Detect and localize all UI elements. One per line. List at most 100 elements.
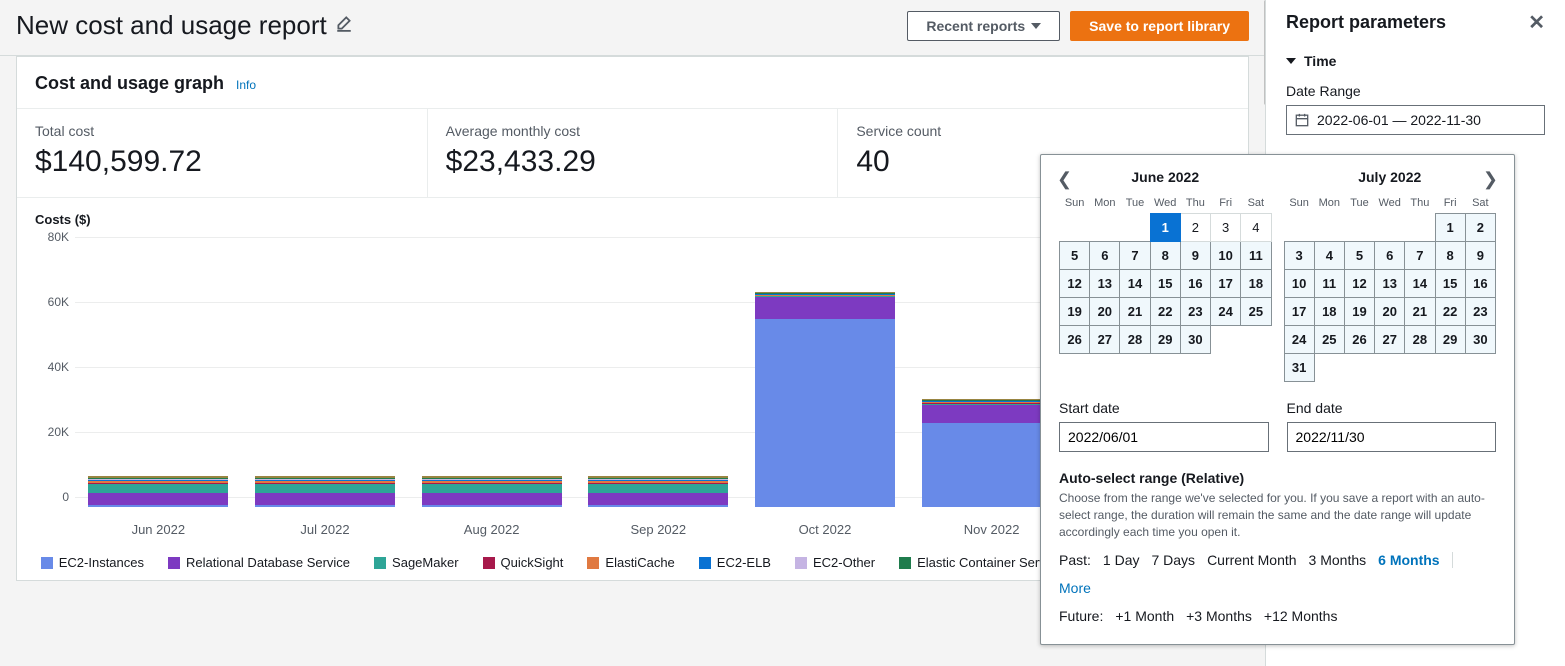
quick-range-option[interactable]: +12 Months	[1264, 608, 1338, 624]
metric-total-cost: Total cost $140,599.72	[17, 109, 428, 197]
calendar-day[interactable]: 6	[1375, 242, 1405, 270]
calendar-day[interactable]: 18	[1314, 298, 1344, 326]
calendar-day[interactable]: 28	[1405, 326, 1435, 354]
calendar-day[interactable]: 26	[1060, 326, 1090, 354]
quick-range-option[interactable]: +3 Months	[1186, 608, 1252, 624]
calendar-day[interactable]: 14	[1120, 270, 1150, 298]
calendar-day[interactable]: 15	[1435, 270, 1465, 298]
calendar-day[interactable]: 4	[1241, 214, 1271, 242]
calendar-day[interactable]: 20	[1090, 298, 1120, 326]
calendar-day[interactable]: 11	[1241, 242, 1271, 270]
calendar-day[interactable]: 14	[1405, 270, 1435, 298]
calendar-day[interactable]: 28	[1120, 326, 1150, 354]
bar-segment	[755, 297, 895, 318]
bar[interactable]	[255, 476, 395, 507]
calendar-day[interactable]: 5	[1060, 242, 1090, 270]
quick-range-option[interactable]: 3 Months	[1309, 552, 1367, 568]
calendar-day[interactable]: 10	[1211, 242, 1241, 270]
calendar-day[interactable]: 7	[1120, 242, 1150, 270]
calendar-day[interactable]: 21	[1405, 298, 1435, 326]
calendar-month-label: June 2022	[1131, 169, 1199, 185]
calendar-day[interactable]: 18	[1241, 270, 1271, 298]
calendar-day[interactable]: 29	[1435, 326, 1465, 354]
calendar-next-icon[interactable]: ❯	[1483, 169, 1498, 190]
calendar-day[interactable]: 8	[1150, 242, 1180, 270]
calendar-day[interactable]: 30	[1465, 326, 1495, 354]
bar[interactable]	[755, 292, 895, 507]
calendar-day[interactable]: 12	[1060, 270, 1090, 298]
calendar-day[interactable]: 2	[1180, 214, 1210, 242]
recent-reports-button[interactable]: Recent reports	[907, 11, 1060, 41]
calendar-day[interactable]: 27	[1375, 326, 1405, 354]
calendar-day[interactable]: 21	[1120, 298, 1150, 326]
calendar-day[interactable]: 23	[1180, 298, 1210, 326]
calendar-day[interactable]: 20	[1375, 298, 1405, 326]
calendar-day[interactable]: 27	[1090, 326, 1120, 354]
calendar-day[interactable]: 9	[1465, 242, 1495, 270]
calendar-day[interactable]: 1	[1150, 214, 1180, 242]
calendar-day[interactable]: 2	[1465, 214, 1495, 242]
calendar-day[interactable]: 10	[1284, 270, 1314, 298]
legend-item[interactable]: EC2-Other	[795, 555, 875, 570]
calendar-day[interactable]: 15	[1150, 270, 1180, 298]
calendar-day[interactable]: 13	[1375, 270, 1405, 298]
quick-range-option[interactable]: 1 Day	[1103, 552, 1140, 568]
calendar-day[interactable]: 3	[1211, 214, 1241, 242]
date-range-input[interactable]: 2022-06-01 — 2022-11-30	[1286, 105, 1545, 135]
legend-item[interactable]: QuickSight	[483, 555, 564, 570]
calendar-day[interactable]: 25	[1314, 326, 1344, 354]
calendar-day[interactable]: 19	[1060, 298, 1090, 326]
edit-title-icon[interactable]	[335, 14, 353, 37]
calendar-day[interactable]: 16	[1180, 270, 1210, 298]
info-link[interactable]: Info	[236, 78, 256, 92]
calendar-day[interactable]: 11	[1314, 270, 1344, 298]
time-section-toggle[interactable]: Time	[1286, 53, 1545, 69]
calendar-day[interactable]: 17	[1211, 270, 1241, 298]
save-report-button[interactable]: Save to report library	[1070, 11, 1249, 41]
more-link[interactable]: More	[1059, 580, 1091, 596]
legend-item[interactable]: SageMaker	[374, 555, 458, 570]
calendar-day[interactable]: 16	[1465, 270, 1495, 298]
end-date-input[interactable]	[1287, 422, 1497, 452]
calendar-day[interactable]: 13	[1090, 270, 1120, 298]
legend-item[interactable]: EC2-ELB	[699, 555, 771, 570]
close-icon[interactable]: ✕	[1528, 10, 1545, 35]
y-tick-label: 40K	[27, 360, 69, 374]
calendar-day[interactable]: 5	[1344, 242, 1374, 270]
calendar-day[interactable]: 31	[1284, 354, 1314, 382]
legend-label: ElastiCache	[605, 555, 674, 570]
quick-range-option[interactable]: 7 Days	[1151, 552, 1195, 568]
calendar-day[interactable]: 17	[1284, 298, 1314, 326]
calendar-day[interactable]: 9	[1180, 242, 1210, 270]
bar[interactable]	[88, 476, 228, 507]
calendar-day[interactable]: 30	[1180, 326, 1210, 354]
calendar-day[interactable]: 12	[1344, 270, 1374, 298]
calendar-day[interactable]: 3	[1284, 242, 1314, 270]
calendar-day[interactable]: 29	[1150, 326, 1180, 354]
calendar-day[interactable]: 23	[1465, 298, 1495, 326]
calendar-day[interactable]: 22	[1150, 298, 1180, 326]
calendar-day[interactable]: 4	[1314, 242, 1344, 270]
calendar-day[interactable]: 24	[1211, 298, 1241, 326]
calendar-day[interactable]: 6	[1090, 242, 1120, 270]
bar[interactable]	[588, 476, 728, 507]
legend-item[interactable]: ElastiCache	[587, 555, 674, 570]
calendar-prev-icon[interactable]: ❮	[1057, 169, 1072, 190]
calendar-day[interactable]: 22	[1435, 298, 1465, 326]
bar[interactable]	[422, 476, 562, 507]
calendar-day[interactable]: 8	[1435, 242, 1465, 270]
calendar-day[interactable]: 19	[1344, 298, 1374, 326]
calendar-day[interactable]: 1	[1435, 214, 1465, 242]
quick-range-option[interactable]: +1 Month	[1115, 608, 1174, 624]
calendar-day[interactable]: 25	[1241, 298, 1271, 326]
legend-item[interactable]: Relational Database Service	[168, 555, 350, 570]
legend-label: SageMaker	[392, 555, 458, 570]
calendar-day[interactable]: 7	[1405, 242, 1435, 270]
start-date-input[interactable]	[1059, 422, 1269, 452]
quick-range-option[interactable]: 6 Months	[1378, 552, 1439, 568]
calendar-day[interactable]: 26	[1344, 326, 1374, 354]
y-tick-label: 60K	[27, 295, 69, 309]
calendar-day[interactable]: 24	[1284, 326, 1314, 354]
legend-item[interactable]: EC2-Instances	[41, 555, 144, 570]
quick-range-option[interactable]: Current Month	[1207, 552, 1296, 568]
